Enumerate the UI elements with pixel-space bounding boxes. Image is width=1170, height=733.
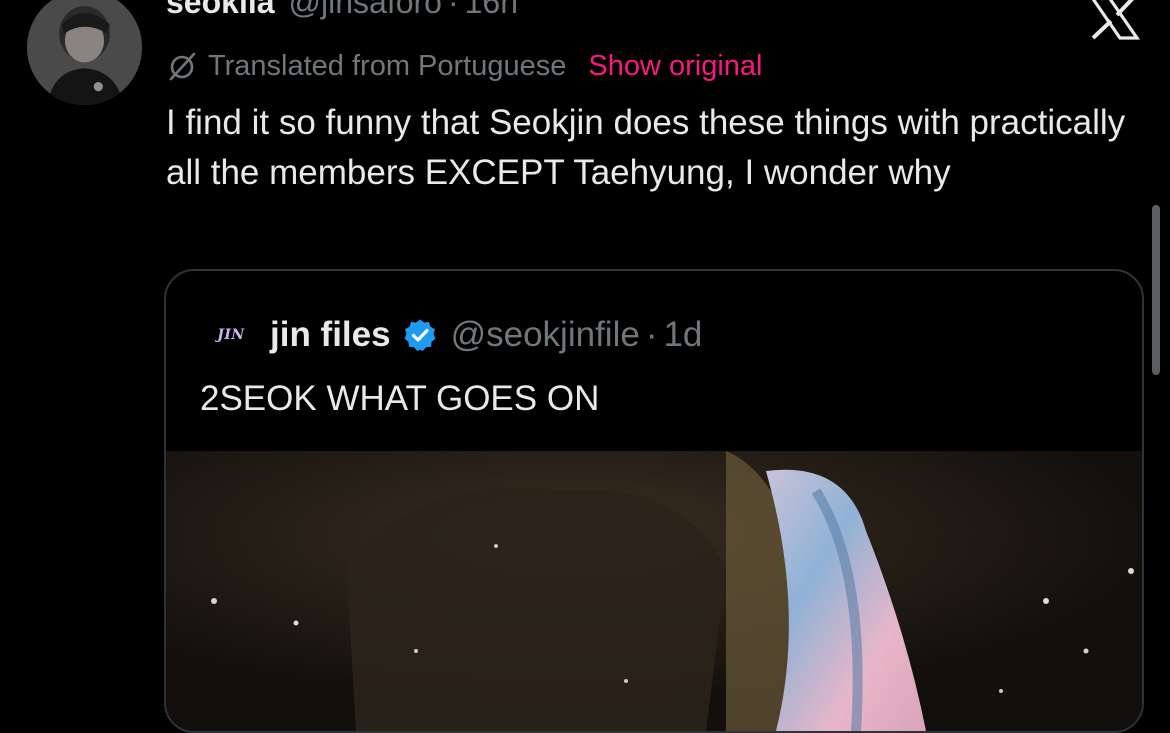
translation-row: Translated from Portuguese Show original bbox=[166, 46, 763, 86]
quoted-header-separator: · bbox=[645, 315, 658, 354]
author-display-name[interactable]: seoklia bbox=[166, 0, 275, 21]
quoted-author-handle[interactable]: @seokjinfile bbox=[451, 315, 640, 355]
x-logo-icon[interactable] bbox=[1088, 0, 1140, 40]
quoted-tweet-timestamp[interactable]: 1d bbox=[663, 315, 702, 355]
quoted-tweet-header: JIN jin files @seokjinfile · 1d bbox=[206, 309, 702, 361]
quoted-tweet-media[interactable] bbox=[166, 451, 1142, 731]
verified-badge-icon bbox=[404, 319, 436, 351]
quoted-tweet-text: 2SEOK WHAT GOES ON bbox=[200, 379, 600, 418]
translation-note: Translated from Portuguese bbox=[208, 49, 567, 82]
quoted-author-avatar[interactable]: JIN bbox=[206, 310, 256, 360]
quoted-tweet-card[interactable]: JIN jin files @seokjinfile · 1d 2SEOK WH… bbox=[164, 269, 1144, 733]
author-handle[interactable]: @jinsaforo bbox=[289, 0, 442, 21]
tweet-text: I find it so funny that Seokjin does the… bbox=[166, 103, 1126, 192]
translate-slash-icon bbox=[169, 52, 196, 81]
quoted-author-avatar-text: JIN bbox=[217, 327, 245, 343]
author-avatar-image bbox=[27, 0, 142, 105]
show-original-link[interactable]: Show original bbox=[588, 50, 762, 83]
header-separator: · bbox=[447, 0, 459, 20]
quoted-author-display-name[interactable]: jin files bbox=[270, 315, 391, 355]
tweet-header: seoklia @jinsaforo · 16h bbox=[166, 0, 518, 30]
video-thumbnail bbox=[166, 451, 1142, 731]
author-avatar[interactable] bbox=[27, 0, 142, 105]
scrollbar-thumb[interactable] bbox=[1152, 205, 1160, 375]
tweet-timestamp[interactable]: 16h bbox=[465, 0, 518, 21]
